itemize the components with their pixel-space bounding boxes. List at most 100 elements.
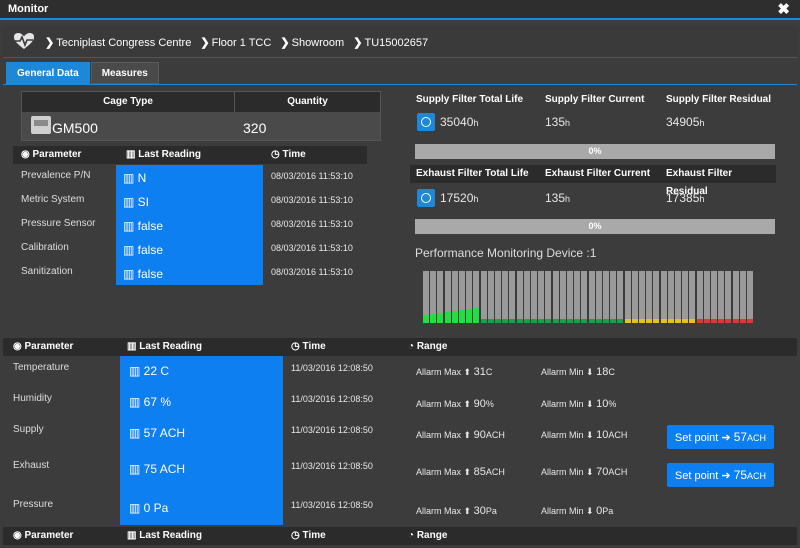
perf-bar-level [495, 319, 501, 323]
exhaust-current-header: Exhaust Filter Current [545, 168, 651, 179]
perf-bar-level [711, 319, 717, 323]
chevron-up-icon: ⬆ [463, 399, 472, 409]
clock-icon: ◷ [271, 149, 280, 160]
perf-bar [732, 271, 739, 323]
exhaust-residual-header: Exhaust Filter Residual [666, 168, 733, 197]
perf-bar-level [631, 319, 638, 323]
perf-bar [617, 271, 624, 323]
heart-pulse-icon[interactable] [13, 32, 35, 50]
perf-bar-level [747, 319, 753, 323]
exhaust-total-value: 17520h [440, 191, 479, 205]
chevron-down-icon: ⬇ [586, 399, 594, 409]
table2-param: Pressure [13, 499, 54, 510]
table1-value: ▥ false [123, 219, 164, 233]
table1-param: Pressure Sensor [21, 218, 96, 229]
perf-bar [667, 271, 674, 323]
perf-bar-level [423, 315, 429, 323]
perf-bar [747, 271, 753, 323]
table1-value: ▥ N [123, 171, 147, 185]
perf-bar [689, 271, 696, 323]
clock-icon: ◷ [291, 530, 300, 541]
breadcrumb-item[interactable]: TU15002657 [364, 37, 428, 49]
perf-bar [531, 271, 537, 323]
perf-bar [574, 271, 581, 323]
table1-body: Prevalence P/N ▥ N 08/03/2016 11:53:10 M… [3, 165, 383, 285]
tab-measures[interactable]: Measures [90, 62, 159, 84]
perf-bar [682, 271, 689, 323]
cage-icon [31, 116, 51, 134]
alarm-min: Allarm Min ⬇ 10% [541, 398, 617, 410]
chevron-right-icon: ➔ [721, 470, 731, 482]
alarm-max: Allarm Max ⬆ 90ACH [416, 429, 505, 441]
table1-value: ▥ false [123, 243, 164, 257]
perf-bar [646, 271, 653, 323]
table1-header: ◉ Parameter ▥ Last Reading ◷ Time [13, 146, 367, 164]
perf-bar-level [646, 319, 653, 323]
supply-current-value: 135h [545, 115, 571, 129]
toggle-icon: ◉ [13, 530, 22, 541]
perf-bar [509, 271, 516, 323]
perf-bar [696, 271, 703, 323]
perf-bar-level [696, 319, 703, 323]
perf-bar-level [538, 319, 545, 323]
perf-bar-level [523, 319, 530, 323]
perf-bar-level [567, 319, 573, 323]
chevron-up-icon: ⬆ [463, 506, 472, 516]
perf-bar [538, 271, 545, 323]
alarm-min: Allarm Min ⬇ 18C [541, 366, 615, 378]
perf-bar-level [682, 319, 689, 323]
perf-bar-level [531, 319, 537, 323]
perf-bar [631, 271, 638, 323]
perf-bar-gauge [423, 265, 753, 323]
perf-bar [487, 271, 494, 323]
perf-bar-level [581, 319, 588, 323]
perf-bar-level [487, 319, 494, 323]
breadcrumb: ❯ Tecniplast Congress Centre ❯ Floor 1 TCC… [45, 37, 429, 49]
breadcrumb-item[interactable]: Tecniplast Congress Centre [56, 37, 191, 49]
table3-header: ◉ Parameter ▥ Last Reading ◷ Time ◔ Rang… [3, 527, 797, 545]
tab-general-data[interactable]: General Data [6, 62, 90, 84]
bar-chart-icon: ▥ [127, 341, 137, 352]
clock-icon[interactable] [417, 113, 435, 131]
cage-type-header: Cage Type [22, 92, 235, 112]
set-point-button[interactable]: Set point ➔ 75ACH [667, 463, 774, 487]
clock-icon[interactable] [417, 189, 435, 207]
perf-bar [559, 271, 566, 323]
table1-param: Metric System [21, 194, 85, 205]
perf-bar-level [703, 319, 710, 323]
chevron-down-icon: ⬇ [586, 367, 594, 377]
breadcrumb-item[interactable]: Floor 1 TCC [212, 37, 272, 49]
perf-bar [639, 271, 645, 323]
table2-param: Humidity [13, 393, 52, 404]
alarm-max: Allarm Max ⬆ 85ACH [416, 466, 505, 478]
last-reading-header: ▥ Last Reading [126, 149, 202, 160]
title-bar: Monitor ✖ [0, 0, 800, 20]
breadcrumb-item[interactable]: Showroom [292, 37, 345, 49]
supply-residual-value: 34905h [666, 115, 705, 129]
gauge-icon: ◔ [408, 341, 415, 352]
last-reading-header: ▥ Last Reading [127, 530, 203, 541]
perf-bar [725, 271, 732, 323]
time-header: ◷ Time [271, 149, 306, 160]
alarm-min: Allarm Min ⬇ 10ACH [541, 429, 628, 441]
chevron-down-icon: ⬇ [586, 467, 594, 477]
perf-bar-level [466, 309, 473, 323]
table2-time: 11/03/2016 12:08:50 [291, 394, 373, 404]
table1-param: Sanitization [21, 266, 73, 277]
set-point-button[interactable]: Set point ➔ 57ACH [667, 425, 774, 449]
close-icon[interactable]: ✖ [777, 0, 790, 18]
table1-time: 08/03/2016 11:53:10 [271, 219, 353, 229]
perf-bar [552, 271, 559, 323]
table2-value: ▥ 0 Pa [129, 501, 169, 515]
table2-param: Temperature [13, 362, 70, 373]
perf-bar-level [617, 319, 624, 323]
table1-param: Prevalence P/N [21, 170, 91, 181]
perf-bar-level [588, 319, 595, 323]
bar-chart-icon: ▥ [127, 530, 137, 541]
table1-param: Calibration [21, 242, 69, 253]
perf-bar-level [552, 319, 559, 323]
alarm-min: Allarm Min ⬇ 0Pa [541, 505, 614, 517]
perf-bar-level [603, 319, 609, 323]
supply-residual-header: Supply Filter Residual [666, 94, 772, 105]
parameter-header: ◉ Parameter [21, 149, 82, 160]
